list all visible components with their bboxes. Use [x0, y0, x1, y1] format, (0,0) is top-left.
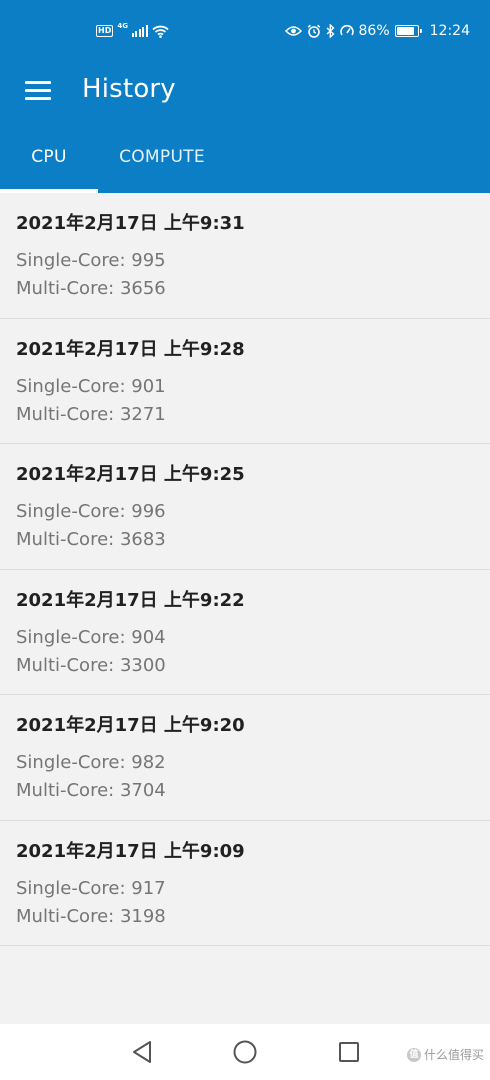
- tab-bar: CPU COMPUTE: [0, 120, 490, 193]
- alarm-icon: [307, 24, 320, 38]
- battery-icon: [394, 25, 422, 37]
- status-time: 12:24: [429, 23, 470, 39]
- history-item[interactable]: 2021年2月17日 上午9:20 Single-Core: 982 Multi…: [0, 695, 490, 821]
- status-bar: HD 4G 86% 12:24: [0, 0, 490, 62]
- history-date: 2021年2月17日 上午9:31: [16, 213, 245, 234]
- multi-core-score: Multi-Core: 3198: [16, 905, 166, 927]
- history-date: 2021年2月17日 上午9:28: [16, 338, 245, 360]
- watermark-text: 什么值得买: [423, 1048, 484, 1062]
- history-date: 2021年2月17日 上午9:09: [16, 840, 245, 862]
- hamburger-menu-icon[interactable]: [20, 74, 56, 106]
- signal-icon: [131, 25, 148, 37]
- tab-cpu[interactable]: CPU: [0, 120, 98, 193]
- history-item[interactable]: 2021年2月17日 上午9:28 Single-Core: 901 Multi…: [0, 318, 490, 444]
- single-core-score: Single-Core: 901: [16, 375, 166, 397]
- wifi-icon: [152, 25, 169, 38]
- single-core-score: Single-Core: 996: [16, 501, 166, 522]
- single-core-score: Single-Core: 982: [16, 752, 166, 773]
- multi-core-score: Multi-Core: 3704: [16, 780, 166, 801]
- watermark: 值 什么值得买: [406, 1046, 484, 1063]
- tab-compute[interactable]: COMPUTE: [98, 120, 226, 193]
- home-circle-icon[interactable]: [231, 1038, 259, 1066]
- recents-square-icon[interactable]: [335, 1038, 363, 1066]
- history-date: 2021年2月17日 上午9:20: [16, 715, 245, 736]
- history-list: 2021年2月17日 上午9:31 Single-Core: 995 Multi…: [0, 193, 490, 946]
- history-item[interactable]: 2021年2月17日 上午9:22 Single-Core: 904 Multi…: [0, 569, 490, 695]
- app-screen: HD 4G 86% 12:24 History CPU COMPUTE 2021…: [0, 0, 490, 1080]
- bluetooth-icon: [326, 24, 335, 38]
- multi-core-score: Multi-Core: 3300: [16, 654, 166, 676]
- status-right: 86% 12:24: [284, 22, 470, 40]
- network-type: 4G: [117, 22, 128, 30]
- history-date: 2021年2月17日 上午9:22: [16, 589, 245, 611]
- system-nav-bar: 值 什么值得买: [0, 1024, 490, 1080]
- single-core-score: Single-Core: 995: [16, 250, 166, 271]
- hd-badge: HD: [96, 25, 114, 37]
- eye-icon: [284, 26, 302, 36]
- watermark-logo: 值: [406, 1047, 421, 1062]
- multi-core-score: Multi-Core: 3271: [16, 403, 166, 425]
- history-item[interactable]: 2021年2月17日 上午9:09 Single-Core: 917 Multi…: [0, 820, 490, 946]
- page-title: History: [82, 74, 176, 104]
- history-item[interactable]: 2021年2月17日 上午9:25 Single-Core: 996 Multi…: [0, 444, 490, 570]
- multi-core-score: Multi-Core: 3656: [16, 278, 166, 299]
- multi-core-score: Multi-Core: 3683: [16, 529, 166, 550]
- history-date: 2021年2月17日 上午9:25: [16, 464, 245, 485]
- status-left: HD 4G: [96, 22, 169, 40]
- history-item[interactable]: 2021年2月17日 上午9:31 Single-Core: 995 Multi…: [0, 193, 490, 319]
- speed-gauge-icon: [339, 24, 354, 36]
- back-triangle-icon[interactable]: [128, 1038, 156, 1066]
- app-bar: History: [0, 62, 490, 120]
- battery-percent: 86%: [358, 23, 390, 39]
- single-core-score: Single-Core: 904: [16, 626, 166, 648]
- battery-fill: [396, 27, 414, 35]
- single-core-score: Single-Core: 917: [16, 877, 166, 899]
